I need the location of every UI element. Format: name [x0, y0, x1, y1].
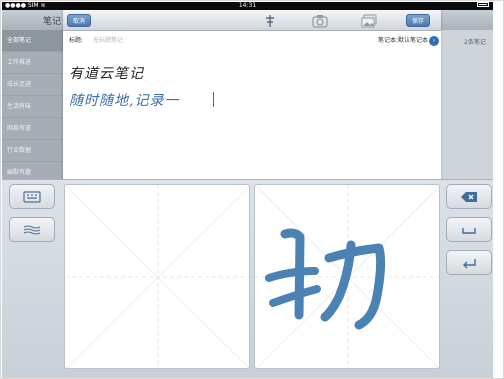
return-button[interactable]	[446, 250, 492, 275]
space-button[interactable]	[446, 217, 492, 242]
delete-button[interactable]	[446, 184, 492, 209]
stroke-wave-icon	[23, 224, 41, 235]
handwriting-pen-icon[interactable]	[262, 13, 278, 28]
note-count: 2条笔记	[464, 39, 486, 46]
cancel-button[interactable]: 取消	[67, 14, 92, 27]
editor-toolbar: 取消 保存	[63, 10, 441, 31]
status-time: 14:31	[238, 2, 257, 9]
background-note-list	[442, 30, 493, 180]
sidebar-item-growth[interactable]: 成长足迹	[2, 74, 64, 96]
note-editor: 取消 保存 标题: 无标题笔记 笔记本: 默认笔记本 › 有道云笔记 随时随地,…	[63, 10, 441, 180]
sidebar-item-work[interactable]: 工作推进	[2, 52, 64, 74]
sidebar-item-life[interactable]: 生活有味	[2, 96, 64, 118]
notebook-arrow-icon[interactable]: ›	[429, 36, 439, 46]
writing-pad-right[interactable]	[254, 184, 440, 369]
sidebar-item-all-notes[interactable]: 全部笔记	[2, 30, 64, 52]
title-input[interactable]: 无标题笔记	[93, 31, 123, 51]
text-cursor	[213, 92, 214, 107]
notebook-label: 笔记本:	[377, 37, 398, 44]
handwriting-line-1: 有道云笔记	[69, 66, 144, 82]
screenshot-frame: ●●●● SIM ≋ 14:31 笔记 全部笔记 工作推进 成长足迹 生活有味 …	[0, 0, 504, 379]
status-bar: ●●●● SIM ≋ 14:31	[2, 2, 493, 10]
battery-icon	[477, 2, 489, 7]
keyboard-icon	[23, 190, 41, 203]
camera-icon[interactable]	[312, 13, 328, 28]
writing-pad-left[interactable]	[64, 184, 250, 369]
handwriting-line-2: 随时随地,记录一	[69, 93, 180, 109]
return-icon	[463, 258, 476, 268]
sidebar-item-industry[interactable]: 行业数据	[2, 140, 64, 162]
pad-grid	[65, 185, 249, 368]
stroke-mode-button[interactable]	[9, 217, 55, 242]
space-icon	[462, 227, 476, 234]
battery-indicator	[475, 2, 489, 10]
delete-icon	[461, 191, 477, 202]
background-title: 笔记	[43, 17, 62, 27]
notebook-selector[interactable]: 默认笔记本	[398, 31, 428, 51]
note-meta-row: 标题: 无标题笔记 笔记本: 默认笔记本 ›	[63, 31, 441, 51]
pad-ink-strokes	[265, 228, 386, 330]
title-label: 标题:	[69, 37, 84, 44]
keyboard-toggle-button[interactable]	[9, 184, 55, 209]
sidebar-item-netease[interactable]: 网易有道	[2, 118, 64, 140]
save-button[interactable]: 保存	[405, 14, 430, 27]
gallery-icon[interactable]	[361, 13, 377, 28]
